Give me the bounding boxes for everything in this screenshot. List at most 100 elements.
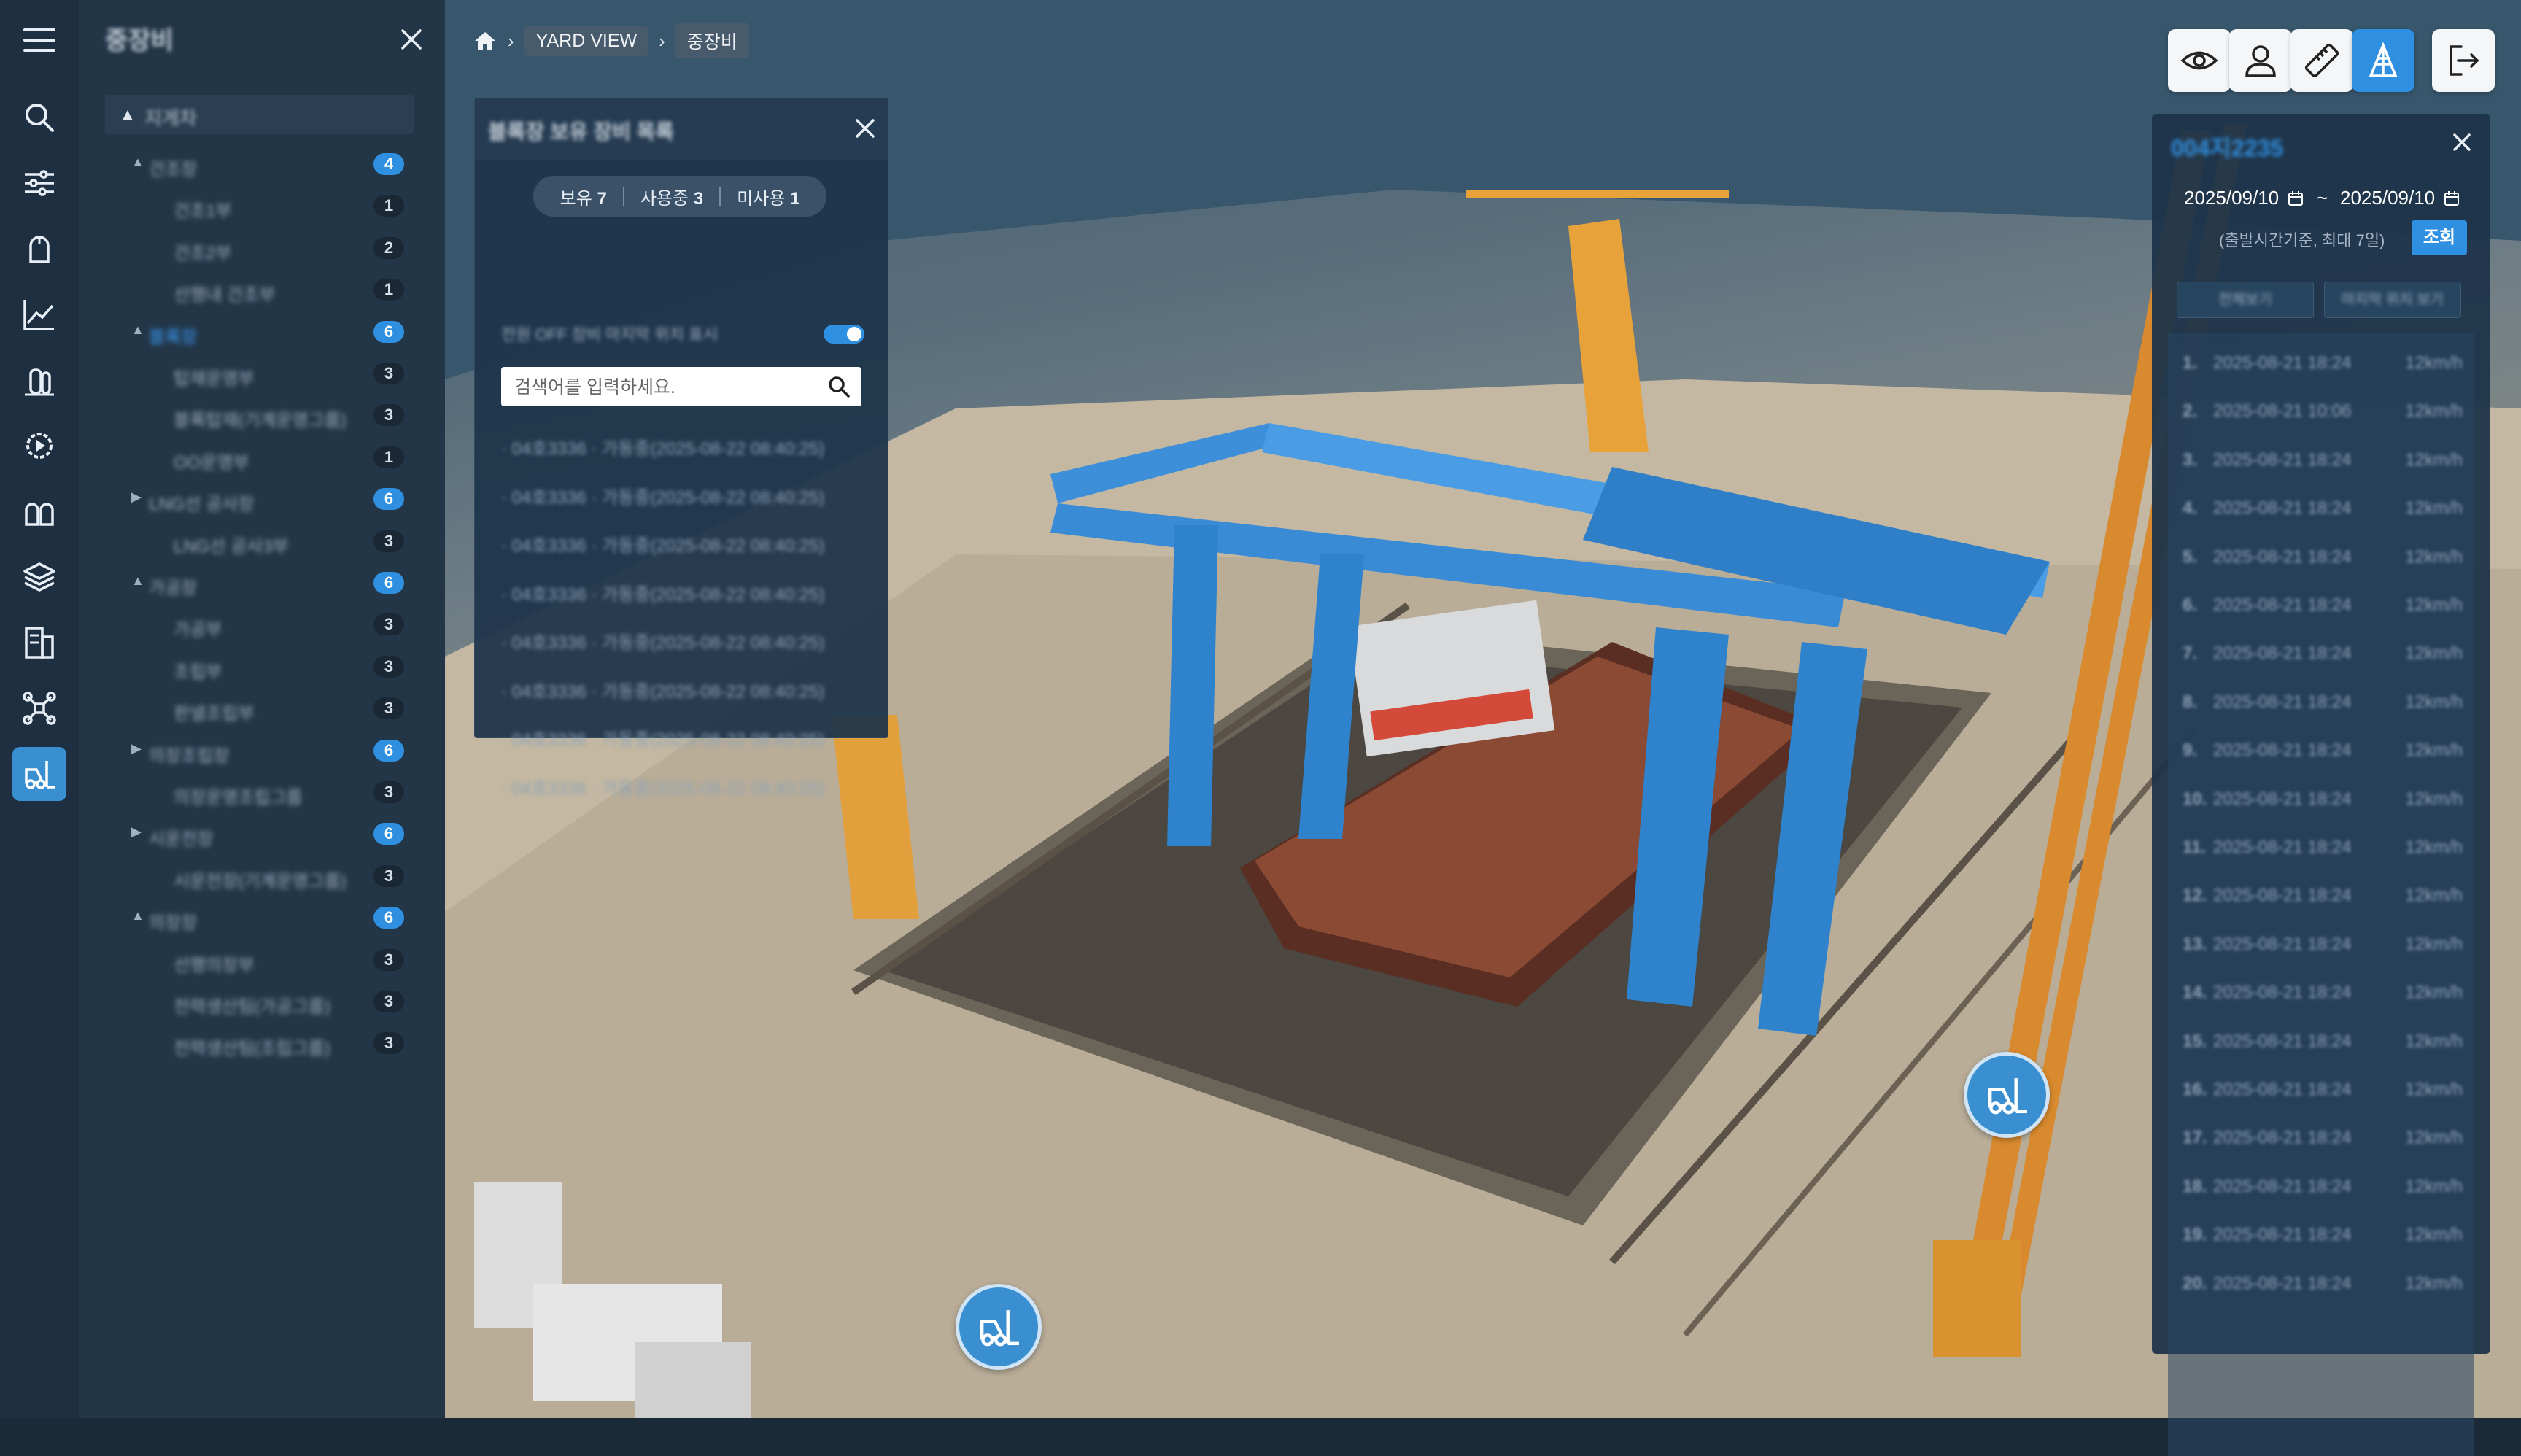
tree-item[interactable]: 조립부 3 bbox=[79, 647, 445, 688]
ruler-icon[interactable] bbox=[2290, 29, 2353, 92]
track-row[interactable]: 19. 2025-08-21 18:24 12km/h bbox=[2168, 1225, 2474, 1257]
tree-root-item[interactable]: ▲ 지게차 bbox=[105, 95, 414, 134]
tree-item[interactable]: ▶ 의장조립장 6 bbox=[79, 731, 445, 772]
track-row-number: 7. bbox=[2183, 643, 2198, 664]
tree-item-label: 전력생산팀(가공그룹) bbox=[174, 997, 330, 1017]
track-row[interactable]: 7. 2025-08-21 18:24 12km/h bbox=[2168, 643, 2474, 675]
track-row[interactable]: 2. 2025-08-21 10:06 12km/h bbox=[2168, 401, 2474, 433]
tree-item[interactable]: 가공부 3 bbox=[79, 605, 445, 646]
equipment-list-item[interactable]: · 04호3336 · 가동중(2025-08-22 08:40:25) bbox=[501, 677, 866, 706]
track-row[interactable]: 10. 2025-08-21 18:24 12km/h bbox=[2168, 789, 2474, 821]
caret-right-icon[interactable]: ▶ bbox=[131, 489, 142, 505]
track-row-speed: 12km/h bbox=[2405, 1176, 2463, 1196]
track-row[interactable]: 12. 2025-08-21 18:24 12km/h bbox=[2168, 886, 2474, 918]
chart-icon[interactable] bbox=[12, 287, 66, 341]
layers-icon[interactable] bbox=[12, 550, 66, 604]
tree-item[interactable]: ▶ 시운전장 6 bbox=[79, 814, 445, 855]
date-from-field[interactable]: 2025/09/10 bbox=[2184, 187, 2304, 209]
caret-right-icon[interactable]: ▶ bbox=[131, 824, 142, 840]
tree-item[interactable]: 블록탑재(기계운영그룹) 3 bbox=[79, 395, 445, 436]
eye-icon[interactable] bbox=[2168, 29, 2231, 92]
tree-item-label: 시운전장 bbox=[149, 829, 214, 850]
track-row[interactable]: 3. 2025-08-21 18:24 12km/h bbox=[2168, 450, 2474, 482]
tree-item[interactable]: 전력생산팀(가공그룹) 3 bbox=[79, 982, 445, 1023]
filter-owned[interactable]: 보유 7 bbox=[560, 184, 607, 209]
close-icon[interactable] bbox=[853, 116, 878, 141]
forklift-marker-icon[interactable] bbox=[1964, 1052, 2050, 1138]
tree-item[interactable]: ▲ 의장장 6 bbox=[79, 898, 445, 939]
track-row[interactable]: 15. 2025-08-21 18:24 12km/h bbox=[2168, 1031, 2474, 1064]
forklift-icon[interactable] bbox=[12, 747, 66, 801]
tree-item[interactable]: LNG선 공사3부 3 bbox=[79, 522, 445, 562]
breadcrumb-heavy-equipment[interactable]: 중장비 bbox=[675, 23, 749, 58]
track-row[interactable]: 11. 2025-08-21 18:24 12km/h bbox=[2168, 837, 2474, 870]
track-row[interactable]: 8. 2025-08-21 18:24 12km/h bbox=[2168, 692, 2474, 724]
segment-divider bbox=[719, 187, 721, 206]
drone-icon[interactable] bbox=[12, 681, 66, 735]
search-icon[interactable] bbox=[12, 90, 66, 144]
breadcrumb-yard-view[interactable]: YARD VIEW bbox=[524, 26, 649, 56]
close-icon[interactable] bbox=[398, 26, 425, 53]
tree-item[interactable]: 탑재운영부 3 bbox=[79, 354, 445, 395]
gas-cylinder-icon[interactable] bbox=[12, 353, 66, 407]
tree-item[interactable]: ▶ LNG선 공사장 6 bbox=[79, 479, 445, 520]
helmet-icon[interactable] bbox=[12, 222, 66, 276]
forklift-marker-icon[interactable] bbox=[956, 1284, 1042, 1370]
search-icon[interactable] bbox=[826, 374, 851, 399]
filter-in-use[interactable]: 사용중 3 bbox=[640, 184, 703, 209]
date-to-field[interactable]: 2025/09/10 bbox=[2340, 187, 2460, 209]
track-row[interactable]: 16. 2025-08-21 18:24 12km/h bbox=[2168, 1080, 2474, 1112]
track-row[interactable]: 9. 2025-08-21 18:24 12km/h bbox=[2168, 740, 2474, 772]
tab-view-all[interactable]: 전체보기 bbox=[2177, 282, 2314, 318]
gear-play-icon[interactable] bbox=[12, 419, 66, 473]
equipment-list-item[interactable]: · 04호3336 · 가동중(2025-08-22 08:40:25) bbox=[501, 483, 866, 512]
query-button[interactable]: 조회 bbox=[2412, 220, 2467, 255]
tree-item[interactable]: 선행의장부 3 bbox=[79, 940, 445, 981]
tree-item[interactable]: 선행내 건조부 1 bbox=[79, 270, 445, 311]
equipment-list-item[interactable]: · 04호3336 · 가동중(2025-08-22 08:40:25) bbox=[501, 434, 866, 463]
logout-icon[interactable] bbox=[2432, 29, 2495, 92]
tree-item[interactable]: 판넬조립부 3 bbox=[79, 689, 445, 729]
track-row[interactable]: 6. 2025-08-21 18:24 12km/h bbox=[2168, 595, 2474, 627]
track-row[interactable]: 1. 2025-08-21 18:24 12km/h bbox=[2168, 353, 2474, 385]
track-row[interactable]: 18. 2025-08-21 18:24 12km/h bbox=[2168, 1177, 2474, 1209]
track-row[interactable]: 13. 2025-08-21 18:24 12km/h bbox=[2168, 934, 2474, 967]
user-icon[interactable] bbox=[2229, 29, 2292, 92]
search-input[interactable] bbox=[501, 367, 829, 408]
track-row[interactable]: 4. 2025-08-21 18:24 12km/h bbox=[2168, 498, 2474, 530]
report-icon[interactable] bbox=[12, 616, 66, 670]
tree-item[interactable]: 의장운영조립그룹 3 bbox=[79, 772, 445, 813]
track-row[interactable]: 20. 2025-08-21 18:24 12km/h bbox=[2168, 1274, 2474, 1306]
menu-icon[interactable] bbox=[12, 13, 66, 67]
tree-item[interactable]: OO운영부 1 bbox=[79, 438, 445, 479]
tree-item[interactable]: 건조1부 1 bbox=[79, 186, 445, 227]
close-icon[interactable] bbox=[2450, 130, 2474, 155]
last-position-toggle[interactable] bbox=[824, 325, 864, 344]
track-row[interactable]: 14. 2025-08-21 18:24 12km/h bbox=[2168, 983, 2474, 1015]
tree-item[interactable]: ▲ 건조장 4 bbox=[79, 144, 445, 185]
tree-item[interactable]: 시운전장(기계운영그룹) 3 bbox=[79, 856, 445, 897]
equipment-list-item[interactable]: · 04호3336 · 가동중(2025-08-22 08:40:25) bbox=[501, 531, 866, 560]
track-row[interactable]: 5. 2025-08-21 18:24 12km/h bbox=[2168, 547, 2474, 579]
home-icon[interactable] bbox=[473, 30, 497, 52]
caret-up-icon[interactable]: ▲ bbox=[131, 155, 144, 170]
caret-right-icon[interactable]: ▶ bbox=[131, 741, 142, 756]
track-row-datetime: 2025-08-21 18:24 bbox=[2213, 789, 2352, 809]
track-row[interactable]: 17. 2025-08-21 18:24 12km/h bbox=[2168, 1128, 2474, 1160]
tree-item[interactable]: 건조2부 2 bbox=[79, 228, 445, 269]
equipment-list-item[interactable]: · 04호3336 · 가동중(2025-08-22 08:40:25) bbox=[501, 580, 866, 609]
crane-icon[interactable] bbox=[2352, 29, 2414, 92]
equipment-list-item[interactable]: · 04호3336 · 가동중(2025-08-22 08:40:25) bbox=[501, 774, 866, 803]
tab-last-position[interactable]: 마지막 위치 보기 bbox=[2324, 282, 2461, 318]
tree-item[interactable]: ▲ 블록장 6 bbox=[79, 312, 445, 353]
tree-item[interactable]: ▲ 가공장 6 bbox=[79, 563, 445, 604]
caret-up-icon[interactable]: ▲ bbox=[131, 322, 144, 338]
safety-gear-icon[interactable] bbox=[12, 484, 66, 538]
filter-unused[interactable]: 미사용 1 bbox=[737, 184, 799, 209]
tree-item[interactable]: 전력생산팀(조립그룹) 3 bbox=[79, 1023, 445, 1064]
caret-up-icon[interactable]: ▲ bbox=[131, 908, 144, 923]
sliders-icon[interactable] bbox=[12, 156, 66, 210]
equipment-list-item[interactable]: · 04호3336 · 가동중(2025-08-22 08:40:25) bbox=[501, 725, 866, 754]
equipment-list-item[interactable]: · 04호3336 · 가동중(2025-08-22 08:40:25) bbox=[501, 628, 866, 657]
caret-up-icon[interactable]: ▲ bbox=[131, 573, 144, 589]
